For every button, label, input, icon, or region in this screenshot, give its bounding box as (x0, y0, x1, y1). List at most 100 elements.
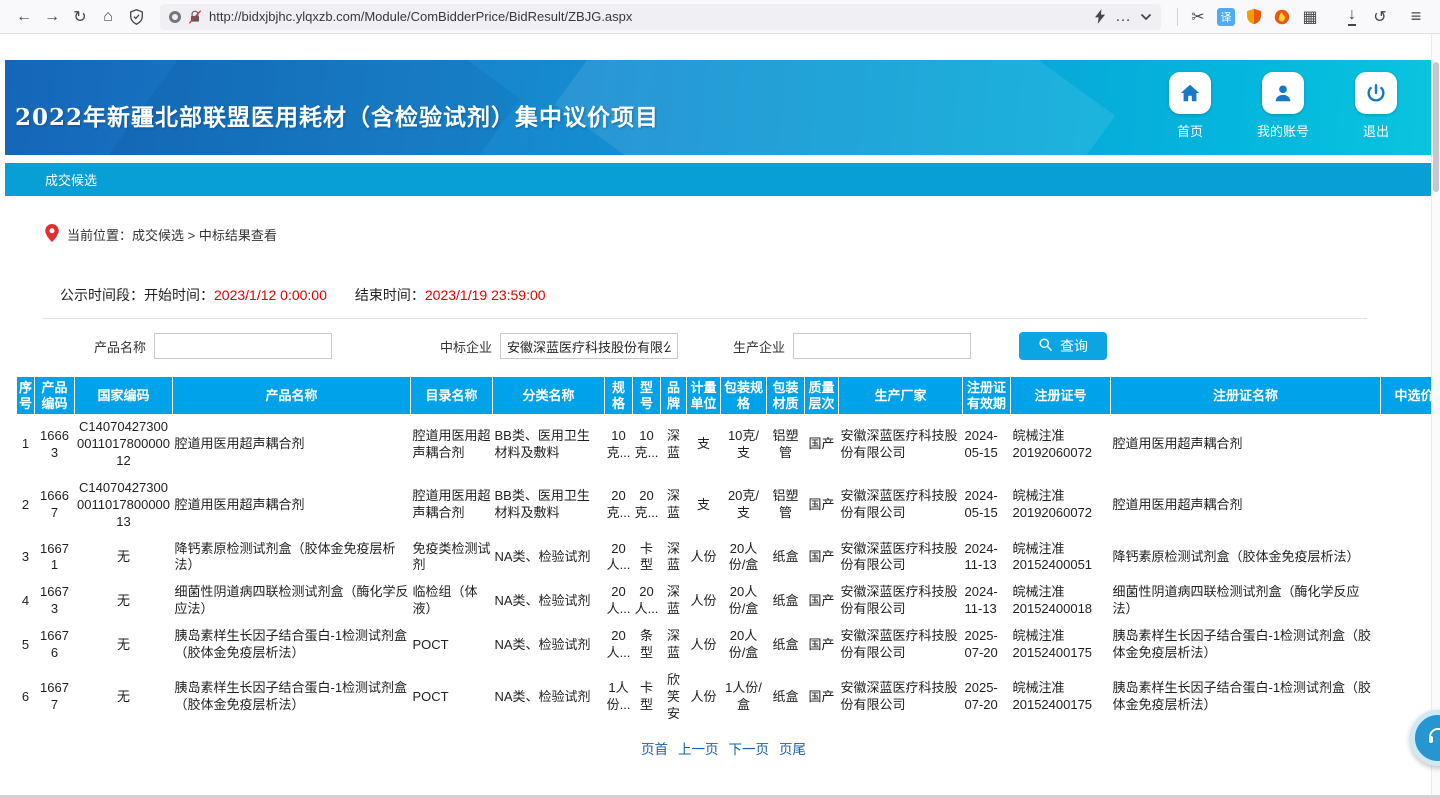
page-scrollbar[interactable] (1431, 34, 1440, 798)
url-bar[interactable]: http://bidxjbjhc.ylqxzb.com/Module/ComBi… (160, 4, 1161, 30)
fox-extension-icon[interactable] (1268, 4, 1296, 30)
cell-package-material: 纸盒 (767, 667, 805, 728)
insecure-lock-icon[interactable] (188, 10, 202, 24)
cell-spec: 20克... (605, 475, 633, 536)
cell-product-name: 胰岛素样生长因子结合蛋白-1检测试剂盒（胶体金免疫层析法） (173, 667, 411, 728)
col-header-product-name: 产品名称 (173, 377, 411, 414)
cell-manufacturer: 安徽深蓝医疗科技股份有限公司 (839, 475, 963, 536)
breadcrumb: 当前位置：成交候选 > 中标结果查看 (16, 224, 1431, 245)
cell-model: 卡型 (633, 536, 661, 580)
publicity-period: 公示时间段：开始时间：2023/1/12 0:00:00结束时间：2023/1/… (16, 285, 1431, 305)
cell-category-name: BB类、医用卫生材料及敷料 (493, 414, 605, 475)
page-first-link[interactable]: 页首 (641, 742, 668, 757)
cell-manufacturer: 安徽深蓝医疗科技股份有限公司 (839, 414, 963, 475)
translate-extension-icon[interactable]: 译 (1212, 4, 1240, 30)
cell-product-name: 降钙素原检测试剂盒（胶体金免疫层析法） (173, 536, 411, 580)
cell-category-name: BB类、医用卫生材料及敷料 (493, 475, 605, 536)
cell-seq: 1 (17, 414, 35, 475)
col-header-cert-name: 注册证名称 (1111, 377, 1381, 414)
cell-model: 20克... (633, 475, 661, 536)
cell-quality-level: 国产 (805, 579, 839, 623)
shield-extension-icon[interactable] (1240, 4, 1268, 30)
headset-icon (1426, 724, 1440, 753)
scrollbar-thumb[interactable] (1433, 62, 1439, 192)
undo-icon[interactable]: ↺ (1366, 4, 1394, 30)
breadcrumb-text: 当前位置：成交候选 > 中标结果查看 (67, 225, 277, 244)
cell-product-name: 腔道用医用超声耦合剂 (173, 475, 411, 536)
cell-manufacturer: 安徽深蓝医疗科技股份有限公司 (839, 623, 963, 667)
page-last-link[interactable]: 页尾 (779, 742, 806, 757)
logout-nav-button[interactable]: 退出 (1355, 72, 1397, 140)
main-content: 当前位置：成交候选 > 中标结果查看 公示时间段：开始时间：2023/1/12 … (5, 224, 1431, 758)
table-row: 416673无细菌性阴道病四联检测试剂盒（酶化学反应法）临检组（体液）NA类、检… (17, 579, 1433, 623)
col-header-seq: 序号 (17, 377, 35, 414)
bookmark-check-icon[interactable] (122, 4, 150, 30)
home-nav-label: 首页 (1177, 121, 1203, 140)
cell-quality-level: 国产 (805, 475, 839, 536)
cell-manufacturer: 安徽深蓝医疗科技股份有限公司 (839, 667, 963, 728)
cell-category-name: NA类、检验试剂 (493, 579, 605, 623)
cell-seq: 4 (17, 579, 35, 623)
nav-item-deal-candidates[interactable]: 成交候选 (45, 170, 97, 189)
col-header-package-material: 包装材质 (767, 377, 805, 414)
cell-national-code: C14070427300001101780000013 (75, 475, 173, 536)
cell-spec: 10克... (605, 414, 633, 475)
lightning-icon[interactable] (1095, 9, 1106, 24)
download-icon[interactable]: ↓ (1338, 4, 1366, 30)
cell-category-name: NA类、检验试剂 (493, 536, 605, 580)
home-icon[interactable]: ⌂ (94, 4, 122, 30)
col-header-manufacturer: 生产厂家 (839, 377, 963, 414)
cell-seq: 3 (17, 536, 35, 580)
col-header-brand: 品牌 (661, 377, 687, 414)
cell-spec: 20人... (605, 536, 633, 580)
cell-product-code: 16677 (35, 667, 75, 728)
scissors-extension-icon[interactable]: ✂ (1184, 4, 1212, 30)
product-name-input[interactable] (154, 333, 332, 359)
cell-cert-no: 皖械注准 20152400018 (1011, 579, 1111, 623)
cell-cert-expiry: 2025-07-20 (963, 667, 1011, 728)
query-button[interactable]: 查询 (1019, 332, 1107, 360)
winning-company-input[interactable] (500, 333, 678, 359)
cell-spec: 20人... (605, 623, 633, 667)
cell-brand: 欣笑安 (661, 667, 687, 728)
cell-package-spec: 20人份/盒 (721, 579, 767, 623)
cell-package-material: 铝塑管 (767, 475, 805, 536)
cell-product-name: 细菌性阴道病四联检测试剂盒（酶化学反应法） (173, 579, 411, 623)
cell-manufacturer: 安徽深蓝医疗科技股份有限公司 (839, 536, 963, 580)
cell-product-code: 16671 (35, 536, 75, 580)
cell-national-code: 无 (75, 667, 173, 728)
table-row: 616677无胰岛素样生长因子结合蛋白-1检测试剂盒（胶体金免疫层析法）POCT… (17, 667, 1433, 728)
page-prev-link[interactable]: 上一页 (678, 742, 719, 757)
cell-product-code: 16663 (35, 414, 75, 475)
cell-brand: 深蓝 (661, 475, 687, 536)
cell-cert-no: 皖械注准 20152400175 (1011, 623, 1111, 667)
cell-product-code: 16667 (35, 475, 75, 536)
back-icon[interactable]: ← (10, 4, 38, 30)
home-nav-button[interactable]: 首页 (1169, 72, 1211, 140)
site-identity-icon[interactable] (169, 11, 181, 23)
menu-icon[interactable]: ≡ (1402, 4, 1430, 30)
manufacturer-label: 生产企业 (733, 337, 785, 356)
cell-national-code: C14070427300001101780000012 (75, 414, 173, 475)
chevron-down-icon[interactable] (1140, 13, 1152, 21)
cell-catalog-name: POCT (411, 667, 493, 728)
forward-icon[interactable]: → (38, 4, 66, 30)
refresh-icon[interactable]: ↻ (66, 4, 94, 30)
col-header-quality-level: 质量层次 (805, 377, 839, 414)
grid-extension-icon[interactable]: ▦ (1296, 4, 1324, 30)
account-nav-button[interactable]: 我的账号 (1257, 72, 1309, 140)
page-next-link[interactable]: 下一页 (729, 742, 770, 757)
cell-selected-price (1381, 536, 1433, 580)
page-actions-icon[interactable]: … (1113, 4, 1133, 30)
cell-product-name: 胰岛素样生长因子结合蛋白-1检测试剂盒（胶体金免疫层析法） (173, 623, 411, 667)
col-header-cert-expiry: 注册证有效期 (963, 377, 1011, 414)
manufacturer-input[interactable] (793, 333, 971, 359)
account-nav-label: 我的账号 (1257, 121, 1309, 140)
cell-product-code: 16673 (35, 579, 75, 623)
toolbar-divider (1177, 8, 1178, 26)
cell-cert-no: 皖械注准 20152400175 (1011, 667, 1111, 728)
col-header-model: 型号 (633, 377, 661, 414)
banner-actions: 首页 我的账号 退出 (1169, 72, 1397, 140)
person-icon (1262, 72, 1304, 114)
col-header-unit: 计量单位 (687, 377, 721, 414)
